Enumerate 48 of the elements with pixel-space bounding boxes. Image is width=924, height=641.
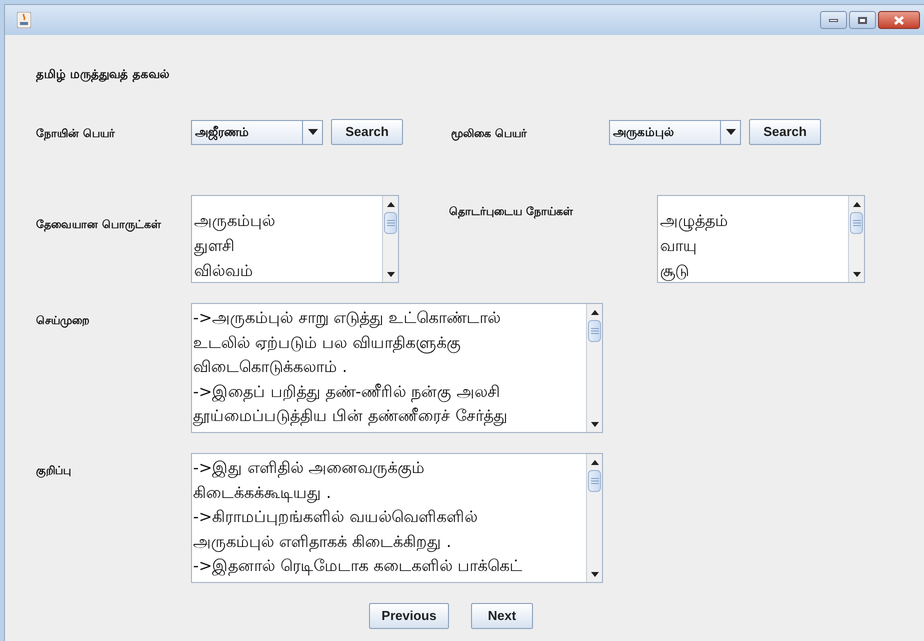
list-item[interactable]: துளசி (194, 233, 382, 258)
dropdown-value: அஜீரணம் (194, 124, 250, 142)
push-button[interactable]: Next (471, 603, 533, 629)
text-line: கிடைக்கக்கூடியது . (193, 482, 332, 505)
push-button[interactable]: Search (749, 119, 821, 145)
list-item[interactable]: சூடு (660, 258, 848, 282)
field-label: குறிப்பு (36, 464, 71, 477)
list-item[interactable]: வில்வம் (194, 258, 382, 282)
minimize-button[interactable] (820, 11, 847, 29)
app-heading: தமிழ் மருத்துவத் தகவல் (36, 66, 170, 83)
scrollbar[interactable] (848, 196, 864, 282)
scrollbar[interactable] (586, 304, 602, 432)
field-label: தொடர்புடைய நோய்கள் (449, 205, 573, 218)
text-line: அருகம்புல் எளிதாகக் கிடைக்கிறது . (193, 530, 452, 554)
scrollbar[interactable] (586, 454, 602, 582)
scroll-thumb[interactable] (588, 320, 601, 342)
field-label: நோயின் பெயர் (36, 127, 115, 140)
push-button[interactable]: Previous (369, 603, 449, 629)
text-line: ->கிராமப்புறங்களில் வயல்வெளிகளில் (193, 506, 478, 528)
field-label: செய்முறை (36, 314, 89, 327)
close-button[interactable] (878, 11, 920, 29)
scroll-thumb[interactable] (588, 470, 601, 492)
list-item[interactable]: அழுத்தம் (660, 208, 848, 233)
text-line: ->இது எளிதில் அனைவருக்கும் (193, 457, 426, 480)
close-icon (894, 16, 904, 24)
field-label: மூலிகை பெயர் (451, 127, 527, 140)
text-line: தூய்மைப்படுத்திய பின் தண்ணீரைச் சேர்த்து (193, 405, 508, 428)
list-item[interactable]: வாயு (660, 233, 848, 258)
scroll-thumb[interactable] (384, 212, 397, 234)
text-line: ->இதனால் ரெடிமேடாக கடைகளில் பாக்கெட் (193, 555, 524, 578)
list-box[interactable]: அருகம்புல் துளசி வில்வம் (191, 195, 399, 283)
text-line: விடைகொடுக்கலாம் . (193, 356, 348, 378)
text-line: ->அருகம்புல் சாறு எடுத்து உட்கொண்டால் (193, 307, 502, 330)
field-label: தேவையான பொருட்கள் (36, 218, 161, 231)
list-box[interactable]: அழுத்தம் வாயு சூடு (657, 195, 865, 283)
dropdown[interactable]: அஜீரணம் (191, 120, 323, 144)
dropdown-value: அருகம்புல் (612, 124, 675, 142)
scroll-thumb[interactable] (850, 212, 863, 234)
maximize-button[interactable] (849, 11, 876, 29)
dropdown[interactable]: அருகம்புல் (609, 120, 741, 144)
text-area[interactable]: ->அருகம்புல் சாறு எடுத்து உட்கொண்டால் உடலில் ஏற்படும் பல வியாதிகளுக்கு விடைகொடுக்கலாம் . ->இதைப் பறித்து தண்-ணீரில் நன்கு அலசி தூய்மைப்படுத்திய பின் தண்ணீரைச் சேர்த்து (191, 303, 603, 433)
list-item[interactable]: அருகம்புல் (194, 208, 382, 233)
text-area[interactable]: ->இது எளிதில் அனைவருக்கும் கிடைக்கக்கூடியது . ->கிராமப்புறங்களில் வயல்வெளிகளில் அருகம்புல் எளிதாகக் கிடைக்கிறது . ->இதனால் ரெடிமேடாக கடைகளில் பாக்கெட் (191, 453, 603, 583)
text-line: ->இதைப் பறித்து தண்-ணீரில் நன்கு அலசி (193, 380, 502, 404)
text-line: உடலில் ஏற்படும் பல வியாதிகளுக்கு (193, 332, 462, 355)
push-button[interactable]: Search (331, 119, 403, 145)
java-cup-icon (17, 12, 31, 28)
scrollbar[interactable] (382, 196, 398, 282)
